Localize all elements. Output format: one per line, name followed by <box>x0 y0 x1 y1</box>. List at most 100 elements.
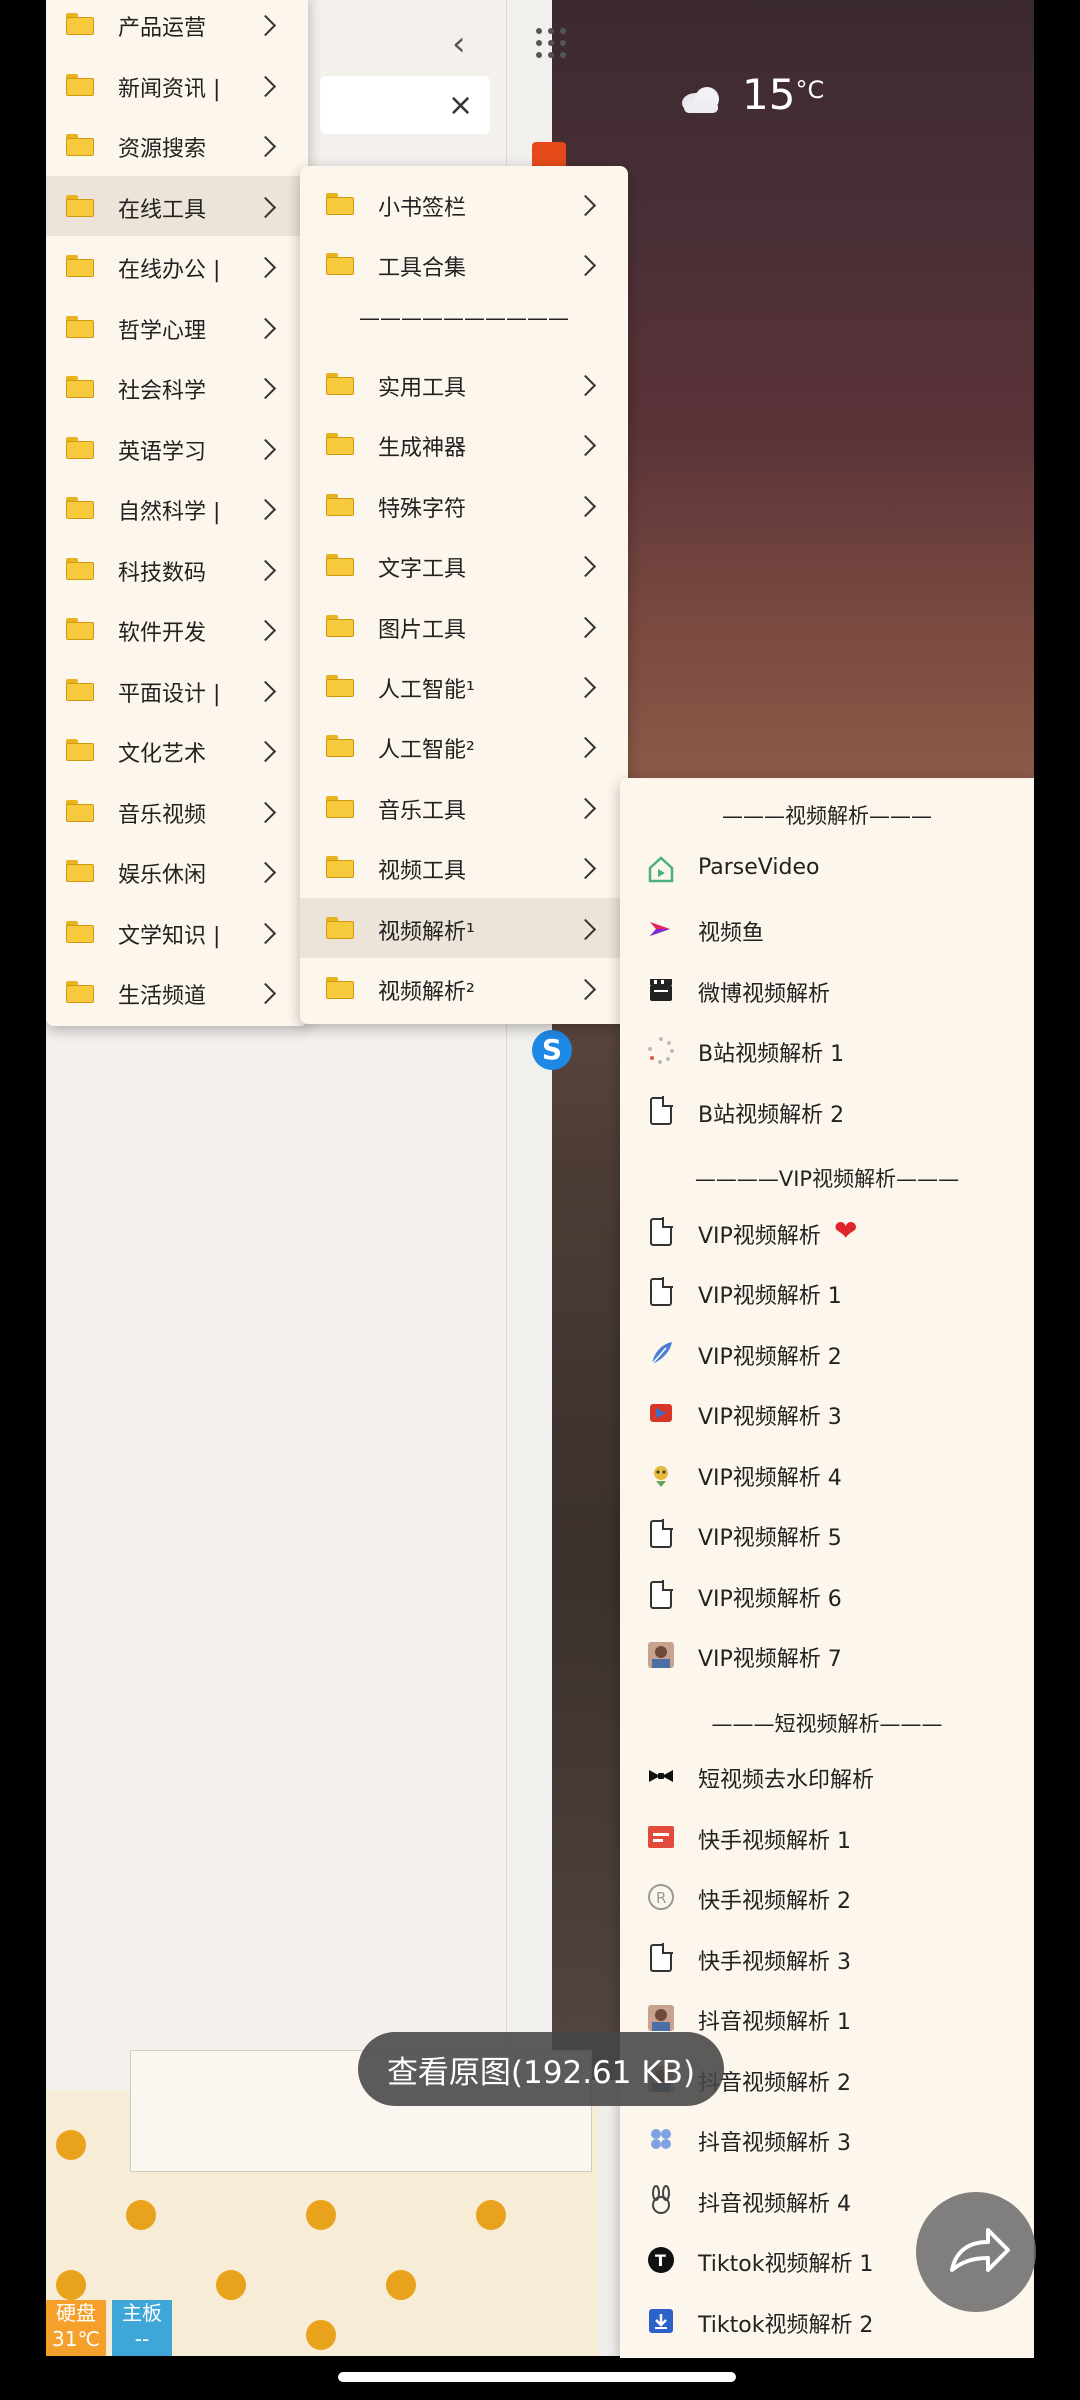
doc-icon <box>646 1095 676 1126</box>
chevron-right-icon <box>254 75 277 97</box>
chevron-right-icon <box>574 737 597 759</box>
menu-item-label: 文学知识 | <box>118 923 221 949</box>
menu1-item[interactable]: 娱乐休闲 <box>46 841 308 901</box>
menu1-item[interactable]: 社会科学 <box>46 357 308 417</box>
menu-item-label: 实用工具 <box>378 376 467 401</box>
back-chevron-icon[interactable]: ‹ <box>452 24 466 64</box>
svg-text:T: T <box>655 2251 666 2270</box>
menu2-item[interactable]: 视频工具 <box>300 837 628 897</box>
chevron-right-icon <box>574 556 597 578</box>
menu1-item[interactable]: 科技数码 <box>46 539 308 599</box>
menu1-item[interactable]: 软件开发 <box>46 599 308 659</box>
menu2-item[interactable]: 文字工具 <box>300 535 628 595</box>
chevron-right-icon <box>574 676 597 699</box>
videofish-icon <box>646 914 676 944</box>
menu-item-label: VIP视频解析 5 <box>698 1526 842 1551</box>
menu1-item[interactable]: 资源搜索 <box>46 115 308 175</box>
folder-icon <box>326 916 354 939</box>
skype-icon[interactable]: S <box>532 1030 572 1070</box>
menu-item-label: VIP视频解析 7 <box>698 1647 842 1672</box>
download-icon <box>646 2306 676 2336</box>
chevron-right-icon <box>574 858 597 880</box>
menu3-item[interactable]: VIP视频解析 2 <box>620 1323 1034 1383</box>
menu3-item[interactable]: B站视频解析 2 <box>620 1081 1034 1141</box>
menu-item-label: 科技数码 <box>118 560 207 586</box>
menu1-item[interactable]: 自然科学 | <box>46 478 308 538</box>
menu2-item[interactable]: 特殊字符 <box>300 475 628 535</box>
menu-item-label: VIP视频解析 3 <box>698 1405 842 1430</box>
menu3-item[interactable]: 快手视频解析 3 <box>620 1928 1034 1988</box>
avatar-icon <box>646 2003 676 2033</box>
menu3-item[interactable]: VIP视频解析 6 <box>620 1565 1034 1625</box>
folder-icon <box>326 493 354 516</box>
menu3-item[interactable]: VIP视频解析 7 <box>620 1625 1034 1685</box>
share-button[interactable] <box>916 2192 1036 2312</box>
menu1-item[interactable]: 文学知识 | <box>46 902 308 962</box>
menu-item-label: 人工智能¹ <box>378 678 475 703</box>
board-temp-tile[interactable]: 主板 -- <box>112 2300 172 2356</box>
board-label: 主板 <box>122 2301 162 2325</box>
menu3-item[interactable]: VIP视频解析 4 <box>620 1444 1034 1504</box>
menu1-item[interactable]: 哲学心理 <box>46 297 308 357</box>
menu1-item[interactable]: 英语学习 <box>46 418 308 478</box>
menu1-item[interactable]: 新闻资讯 | <box>46 55 308 115</box>
menu-item-label: 小书签栏 <box>378 196 467 221</box>
menu2-item[interactable]: 小书签栏 <box>300 174 628 234</box>
folder-icon <box>66 497 94 519</box>
menu3-item[interactable]: VIP视频解析 1 <box>620 1262 1034 1322</box>
menu2-item[interactable]: 音乐工具 <box>300 777 628 837</box>
close-icon[interactable]: × <box>448 88 473 123</box>
folder-icon <box>326 675 354 697</box>
menu2-item[interactable]: 视频解析² <box>300 958 628 1018</box>
loading-icon <box>646 1035 676 1065</box>
menu3-item[interactable]: ParseVideo <box>620 839 1034 899</box>
menu1-item[interactable]: 在线办公 | <box>46 236 308 296</box>
menu3-item[interactable]: VIP视频解析 3 <box>620 1383 1034 1443</box>
menu-item-label: 音乐视频 <box>118 802 207 828</box>
menu3-item[interactable]: R 快手视频解析 2 <box>620 1867 1034 1927</box>
menu3-item[interactable]: B站视频解析 1 <box>620 1020 1034 1080</box>
menu3-item[interactable]: 微博视频解析 <box>620 960 1034 1020</box>
folder-icon <box>326 856 354 879</box>
menu1-item[interactable]: 产品运营 <box>46 0 308 54</box>
board-value: -- <box>134 2327 150 2351</box>
menu3-item[interactable]: 短视频去水印解析 <box>620 1746 1034 1806</box>
menu2-item[interactable]: 人工智能¹ <box>300 656 628 716</box>
chevron-right-icon <box>254 982 277 1005</box>
menu3-item[interactable]: 快手视频解析 1 <box>620 1807 1034 1867</box>
folder-icon <box>326 977 354 999</box>
folder-icon <box>66 255 94 277</box>
menu2-item[interactable]: 图片工具 <box>300 596 628 656</box>
menu1-item[interactable]: 音乐视频 <box>46 781 308 841</box>
menu2-item[interactable]: 工具合集 <box>300 234 628 294</box>
menu-item-label: 人工智能² <box>378 738 475 764</box>
home-indicator[interactable] <box>338 2372 736 2382</box>
menu3-item[interactable]: 视频鱼 <box>620 899 1034 959</box>
folder-icon <box>66 376 94 398</box>
menu2-item[interactable]: 实用工具 <box>300 354 628 414</box>
menu1-item[interactable]: 在线工具 <box>46 175 308 236</box>
disk-value: 31℃ <box>52 2327 100 2351</box>
menu3-item[interactable]: VIP视频解析 5 <box>620 1504 1034 1564</box>
menu2-item[interactable]: 视频解析¹ <box>300 897 628 958</box>
doc-icon <box>646 1579 676 1610</box>
disk-temp-tile[interactable]: 硬盘 31℃ <box>46 2300 106 2356</box>
menu2-item[interactable]: 人工智能² <box>300 716 628 776</box>
menu1-item[interactable]: 平面设计 | <box>46 660 308 720</box>
menu1-item[interactable]: 生活频道 <box>46 962 308 1022</box>
folder-icon <box>66 678 94 701</box>
menu2-item[interactable]: 生成神器 <box>300 414 628 474</box>
view-original-toast[interactable]: 查看原图(192.61 KB) <box>358 2032 724 2106</box>
menu-item-label: 英语学习 <box>118 439 207 465</box>
bookmark-menu-level3: ———视频解析——— ParseVideo 视频鱼 微博视频解析 B站视频解析 1 B站视… <box>620 778 1034 2358</box>
menu1-item[interactable]: 文化艺术 <box>46 720 308 780</box>
menu-separator: —————————— <box>359 306 569 330</box>
menu-item-label: 平面设计 | <box>118 681 221 707</box>
menu3-item[interactable]: 抖音视频解析 3 <box>620 2109 1034 2169</box>
menu-item-label: 在线办公 | <box>118 258 221 283</box>
folder-icon <box>66 739 94 761</box>
rabbit-icon <box>646 2184 676 2215</box>
toast-text: 查看原图(192.61 KB) <box>386 2054 696 2091</box>
apps-grid-icon[interactable] <box>534 26 568 60</box>
menu3-item[interactable]: VIP视频解析 ❤ <box>620 1202 1034 1262</box>
